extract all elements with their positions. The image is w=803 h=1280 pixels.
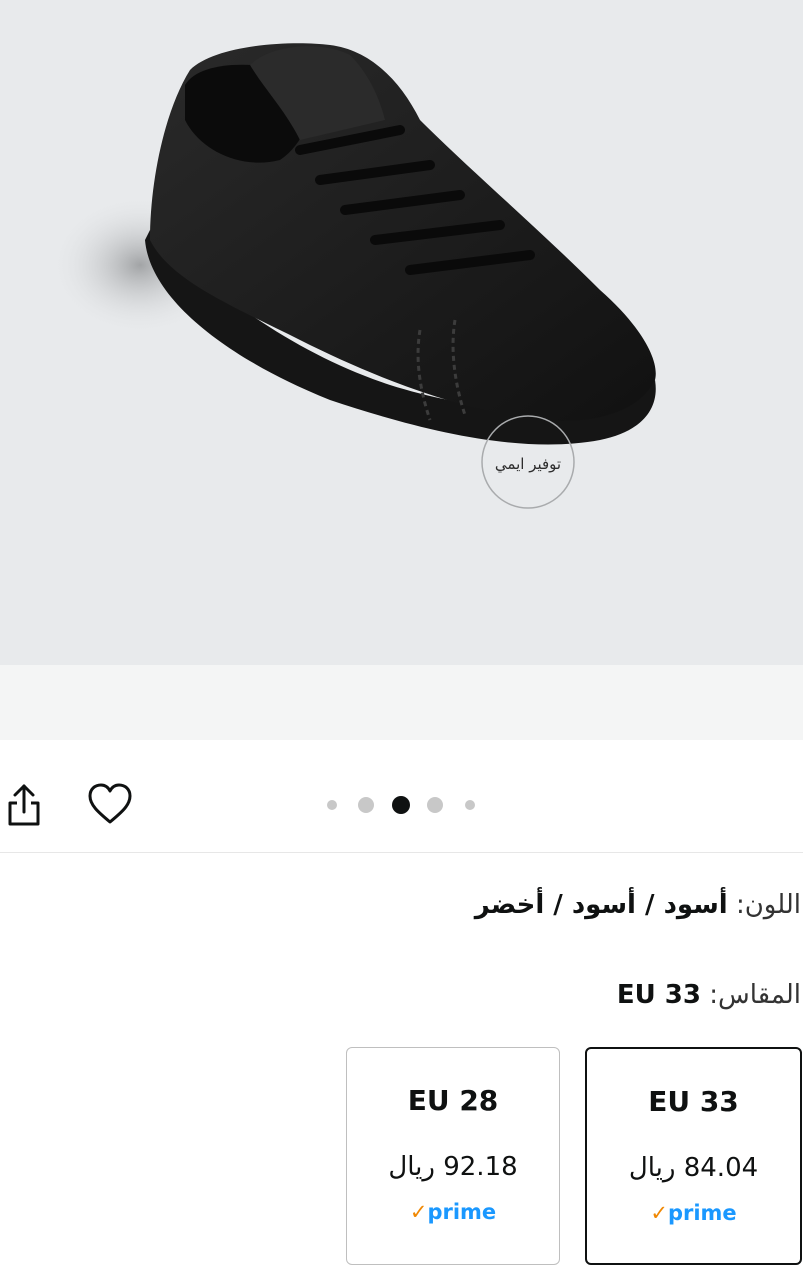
wishlist-button[interactable]	[86, 782, 134, 828]
share-icon	[8, 784, 40, 826]
image-actions-bar	[0, 740, 803, 853]
prime-check-icon: ✓	[650, 1201, 668, 1225]
prime-badge: ✓prime	[347, 1200, 559, 1224]
carousel-dot[interactable]	[358, 797, 374, 813]
color-label: اللون:	[735, 890, 801, 920]
size-selection: المقاس: EU 33	[617, 980, 801, 1010]
size-option-size: EU 28	[407, 1084, 499, 1117]
size-option-eu28[interactable]: EU 28 92.18 ريال ✓prime	[346, 1047, 560, 1265]
color-selection: اللون: أسود / أسود / أخضر	[475, 890, 801, 920]
watermark-text: توفير ايمي	[494, 455, 562, 473]
image-spacer	[0, 665, 803, 740]
size-option-price: 92.18 ريال	[388, 1152, 518, 1182]
prime-badge: ✓prime	[587, 1201, 800, 1225]
carousel-dot[interactable]	[465, 800, 475, 810]
size-option-eu33[interactable]: EU 33 84.04 ريال ✓prime	[585, 1047, 802, 1265]
prime-text: prime	[427, 1200, 497, 1224]
share-button[interactable]	[4, 782, 44, 828]
carousel-dot-active[interactable]	[392, 796, 410, 814]
carousel-indicator	[320, 795, 490, 815]
carousel-dot[interactable]	[327, 800, 337, 810]
prime-check-icon: ✓	[409, 1200, 428, 1224]
size-value: EU 33	[616, 980, 701, 1010]
carousel-dot[interactable]	[427, 797, 443, 813]
size-option-price: 84.04 ريال	[628, 1153, 759, 1183]
product-image[interactable]: توفير ايمي	[0, 0, 803, 665]
size-label: المقاس:	[709, 980, 801, 1010]
heart-icon	[88, 783, 132, 824]
prime-text: prime	[667, 1201, 737, 1225]
sneaker-image	[50, 43, 656, 509]
size-option-size: EU 33	[648, 1085, 739, 1118]
color-value: أسود / أسود / أخضر	[474, 890, 728, 920]
